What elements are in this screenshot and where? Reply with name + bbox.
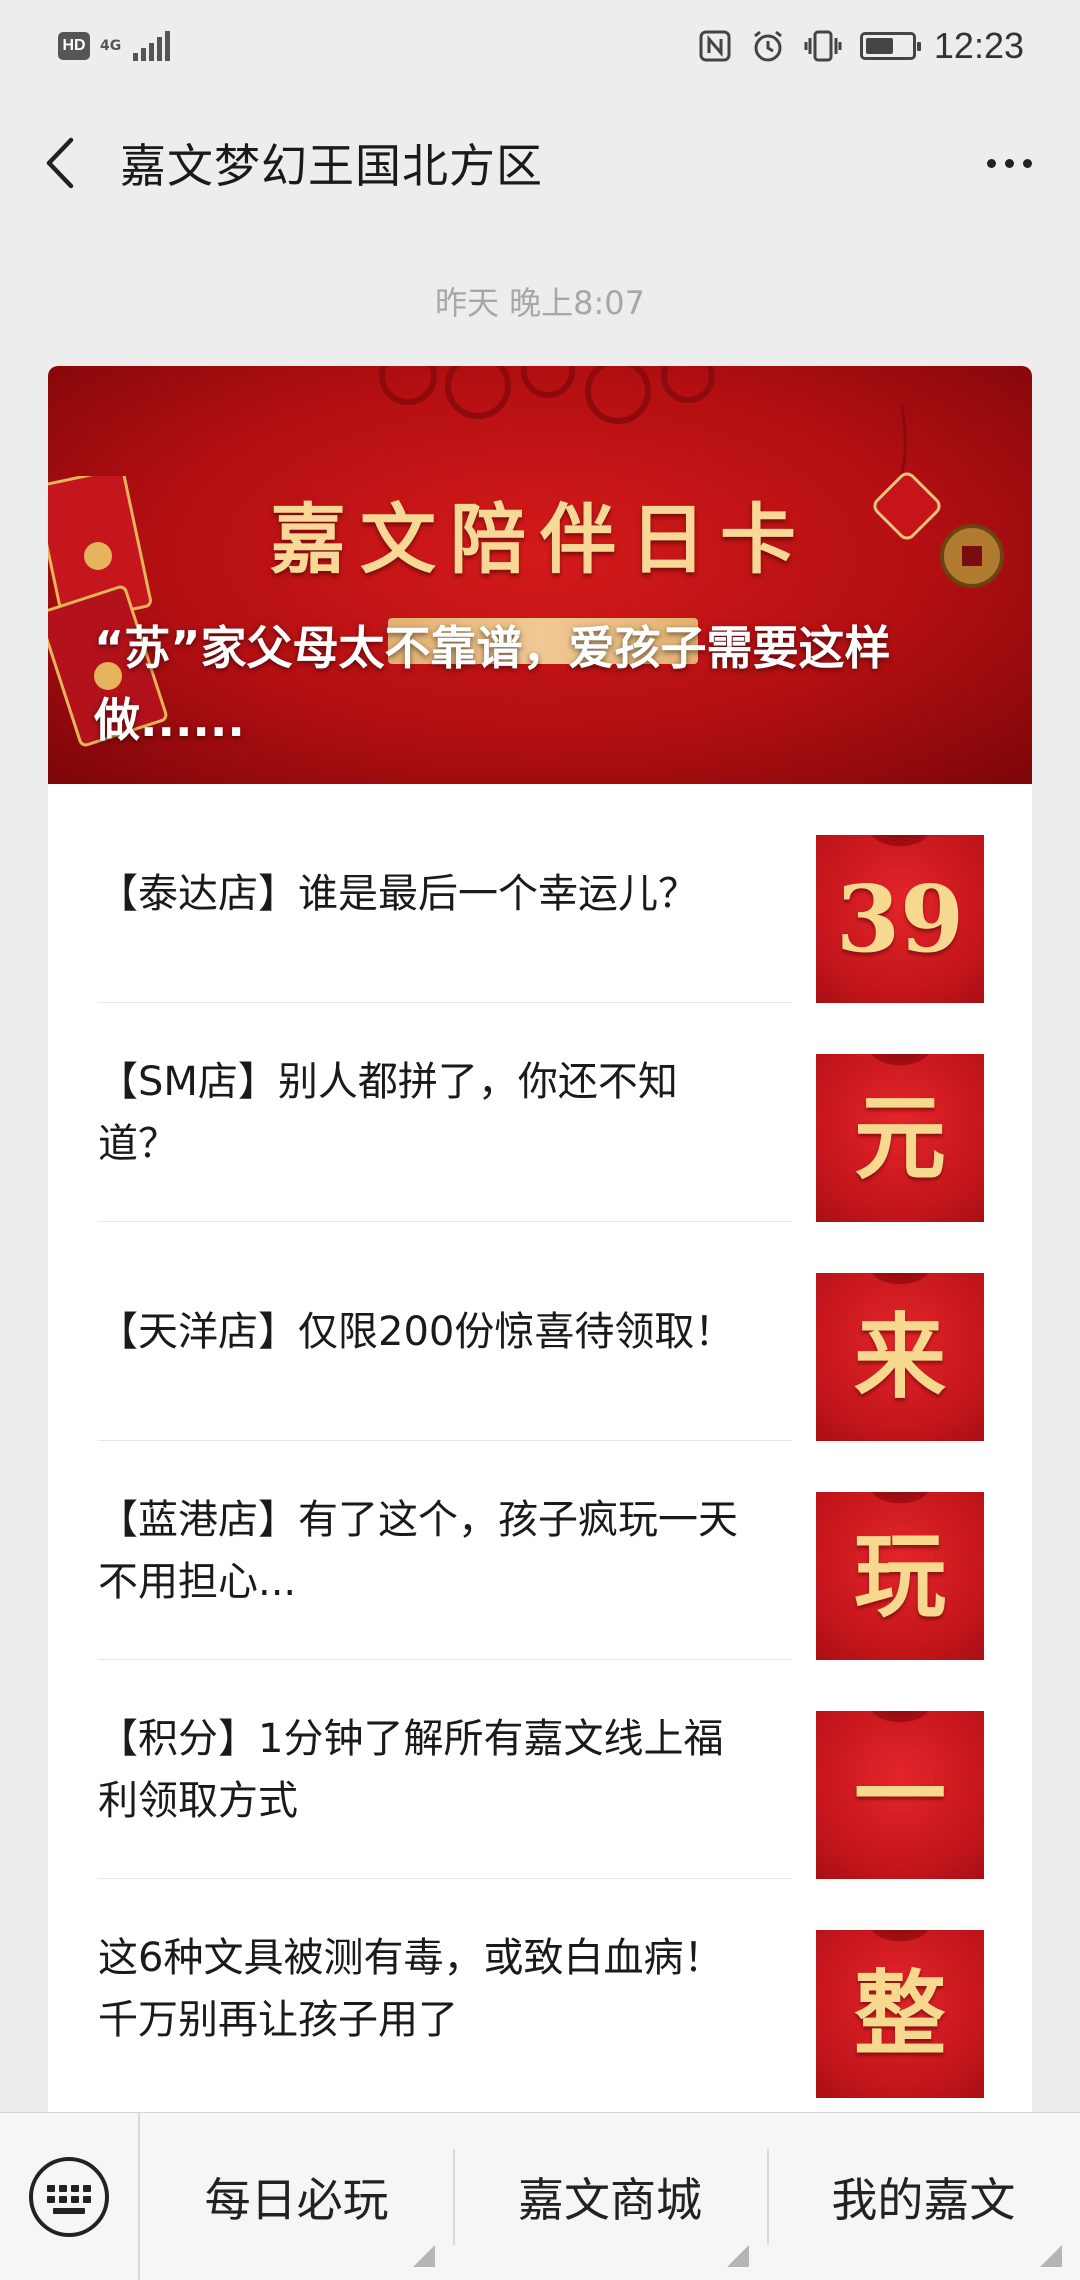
article-thumbnail: 整 bbox=[816, 1930, 984, 2098]
menu-tab-label: 我的嘉文 bbox=[831, 2172, 1016, 2227]
nfc-icon bbox=[699, 30, 731, 62]
submenu-indicator-icon bbox=[413, 2244, 436, 2267]
article-title: 这6种文具被测有毒，或致白血病！千万别再让孩子用了 bbox=[98, 1934, 724, 2043]
article-thumbnail: 来 bbox=[816, 1273, 984, 1441]
more-dot-icon bbox=[1004, 158, 1014, 168]
menu-tab-label: 嘉文商城 bbox=[517, 2172, 702, 2227]
page-title: 嘉文梦幻王国北方区 bbox=[120, 139, 543, 193]
menu-tab-daily[interactable]: 每日必玩 bbox=[140, 2113, 453, 2280]
article-thumbnail: 39 bbox=[816, 835, 984, 1003]
more-button[interactable] bbox=[974, 133, 1044, 193]
thumbnail-text: 一 bbox=[853, 1741, 946, 1849]
article-title: 【泰达店】谁是最后一个幸运儿？ bbox=[98, 870, 698, 917]
menu-tab-mall[interactable]: 嘉文商城 bbox=[453, 2113, 766, 2280]
status-left: HD 4G bbox=[58, 31, 171, 61]
article-list: 【泰达店】谁是最后一个幸运儿？ 39 【SM店】别人都拼了，你还不知道？ 元 【… bbox=[48, 784, 1032, 2098]
article-title: 【积分】1分钟了解所有嘉文线上福利领取方式 bbox=[98, 1715, 724, 1824]
thumbnail-text: 元 bbox=[853, 1084, 946, 1192]
thumbnail-text: 玩 bbox=[853, 1522, 946, 1630]
thumbnail-text: 整 bbox=[853, 1960, 946, 2068]
thumbnail-text: 39 bbox=[835, 865, 965, 973]
article-card: 嘉文陪伴日卡 “苏”家父母太不靠谱，爱孩子需要这样做...... 【泰达店】谁是… bbox=[48, 366, 1032, 2126]
article-title: 【蓝港店】有了这个，孩子疯玩一天不用担心... bbox=[98, 1496, 738, 1605]
bottom-menu: 每日必玩 嘉文商城 我的嘉文 bbox=[0, 2112, 1080, 2280]
back-arrow-icon bbox=[46, 137, 74, 189]
status-right: 12:23 bbox=[698, 25, 1024, 67]
alarm-icon bbox=[753, 30, 782, 62]
menu-tab-label: 每日必玩 bbox=[204, 2172, 389, 2227]
article-item[interactable]: 这6种文具被测有毒，或致白血病！千万别再让孩子用了 整 bbox=[98, 1879, 984, 2098]
submenu-indicator-icon bbox=[1039, 2244, 1062, 2267]
network-type: 4G bbox=[100, 38, 122, 54]
more-dot-icon bbox=[986, 158, 996, 168]
article-item[interactable]: 【天洋店】仅限200份惊喜待领取！ 来 bbox=[98, 1222, 984, 1441]
keyboard-icon bbox=[29, 2156, 109, 2237]
back-button[interactable] bbox=[40, 133, 80, 193]
signal-icon bbox=[133, 31, 171, 61]
article-item[interactable]: 【积分】1分钟了解所有嘉文线上福利领取方式 一 bbox=[98, 1660, 984, 1879]
vibrate-icon bbox=[804, 30, 842, 62]
more-dot-icon bbox=[1022, 158, 1032, 168]
article-thumbnail: 玩 bbox=[816, 1492, 984, 1660]
article-title: 【天洋店】仅限200份惊喜待领取！ bbox=[98, 1308, 735, 1355]
message-timestamp: 昨天 晚上8:07 bbox=[434, 284, 646, 322]
article-title: 【SM店】别人都拼了，你还不知道？ bbox=[98, 1058, 678, 1167]
keyboard-toggle-button[interactable] bbox=[0, 2112, 140, 2280]
status-time: 12:23 bbox=[933, 25, 1024, 66]
hd-badge: HD bbox=[58, 32, 90, 60]
article-item[interactable]: 【SM店】别人都拼了，你还不知道？ 元 bbox=[98, 1003, 984, 1222]
article-thumbnail: 一 bbox=[816, 1711, 984, 1879]
battery-icon bbox=[859, 32, 921, 60]
decorative-knot-pattern bbox=[379, 366, 715, 424]
cover-article[interactable]: 嘉文陪伴日卡 “苏”家父母太不靠谱，爱孩子需要这样做...... bbox=[48, 366, 1032, 784]
menu-tab-my[interactable]: 我的嘉文 bbox=[766, 2113, 1080, 2280]
cover-heading: 嘉文陪伴日卡 bbox=[270, 495, 810, 584]
title-bar: 嘉文梦幻王国北方区 bbox=[0, 92, 1080, 234]
submenu-indicator-icon bbox=[726, 2244, 749, 2267]
article-thumbnail: 元 bbox=[816, 1054, 984, 1222]
article-item[interactable]: 【泰达店】谁是最后一个幸运儿？ 39 bbox=[98, 784, 984, 1003]
thumbnail-text: 来 bbox=[853, 1303, 946, 1411]
cover-title: “苏”家父母太不靠谱，爱孩子需要这样做...... bbox=[94, 621, 891, 747]
status-bar: HD 4G 12:23 bbox=[0, 0, 1080, 92]
article-item[interactable]: 【蓝港店】有了这个，孩子疯玩一天不用担心... 玩 bbox=[98, 1441, 984, 1660]
